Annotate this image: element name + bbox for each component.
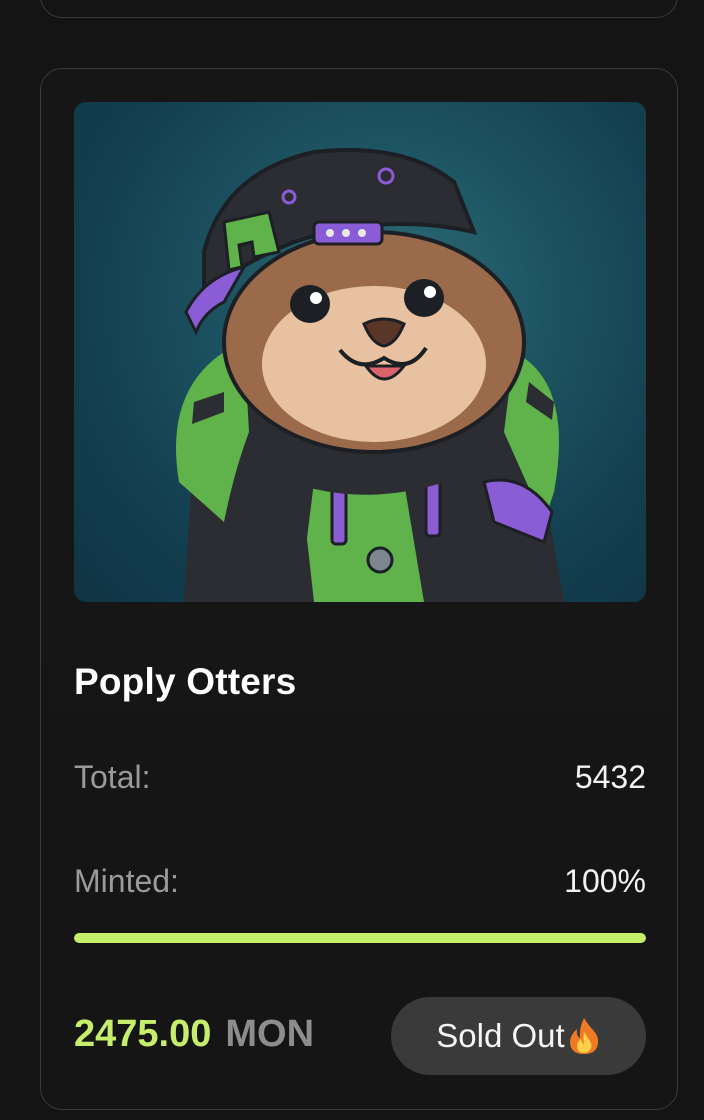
total-value: 5432 (574, 759, 646, 795)
sold-out-button[interactable]: Sold Out (391, 997, 646, 1075)
minted-progress-fill (74, 933, 646, 943)
minted-row: Minted: 100% (74, 863, 646, 900)
minted-value: 100% (564, 863, 646, 899)
total-row: Total: 5432 (74, 759, 646, 796)
total-label: Total: (74, 759, 151, 795)
fire-icon (569, 1018, 598, 1054)
price-currency: MON (225, 1013, 315, 1055)
nft-collection-card[interactable]: Poply Otters Total: 5432 Minted: 100% 24… (40, 68, 678, 1110)
minted-progress-bar (74, 933, 646, 943)
previous-card (40, 0, 678, 18)
sold-out-label: Sold Out (436, 1017, 565, 1054)
otter-illustration (176, 148, 564, 602)
minted-label: Minted: (74, 863, 179, 899)
price-amount: 2475.00 (74, 1013, 212, 1055)
price: 2475.00 MON (74, 1013, 314, 1056)
collection-title: Poply Otters (74, 661, 297, 702)
collection-image[interactable] (74, 102, 646, 602)
